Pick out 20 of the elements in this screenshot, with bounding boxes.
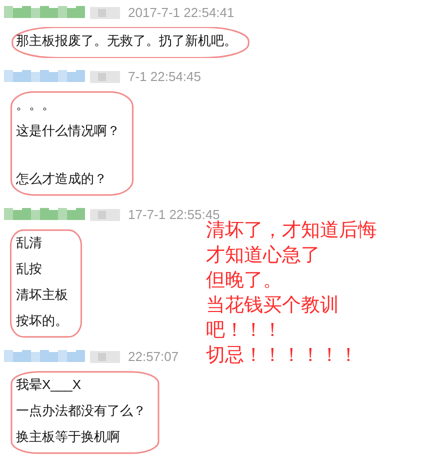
message-text: 换主板等于换机啊: [16, 428, 120, 446]
message-text: 我晕X___X: [16, 376, 82, 394]
message-text: 乱按: [16, 260, 42, 278]
annotation-text: 当花钱买个教训: [206, 294, 340, 318]
message-text: 怎么才造成的？: [16, 170, 107, 188]
message-timestamp: 22:57:07: [128, 348, 179, 366]
annotation-text: 切忌！！！！！！: [206, 344, 359, 368]
message-text: 。。。: [16, 96, 55, 114]
message-text: 一点办法都没有了么？: [16, 402, 146, 420]
message-text: 按坏的。: [16, 312, 68, 330]
message-text: 这是什么情况啊？: [16, 122, 120, 140]
annotation-text: 才知道心急了: [206, 244, 321, 268]
message-text: 那主板报废了。无救了。扔了新机吧。: [16, 32, 237, 50]
annotation-text: 但晚了。: [206, 269, 283, 293]
message-timestamp: 7-1 22:54:45: [128, 68, 202, 86]
annotation-text: 吧！！！: [206, 319, 283, 343]
annotation-text: 清坏了，才知道后悔: [206, 220, 377, 243]
message-text: 清坏主板: [16, 286, 68, 304]
message-timestamp: 2017-7-1 22:54:41: [128, 4, 234, 22]
message-text: 乱清: [16, 234, 42, 252]
